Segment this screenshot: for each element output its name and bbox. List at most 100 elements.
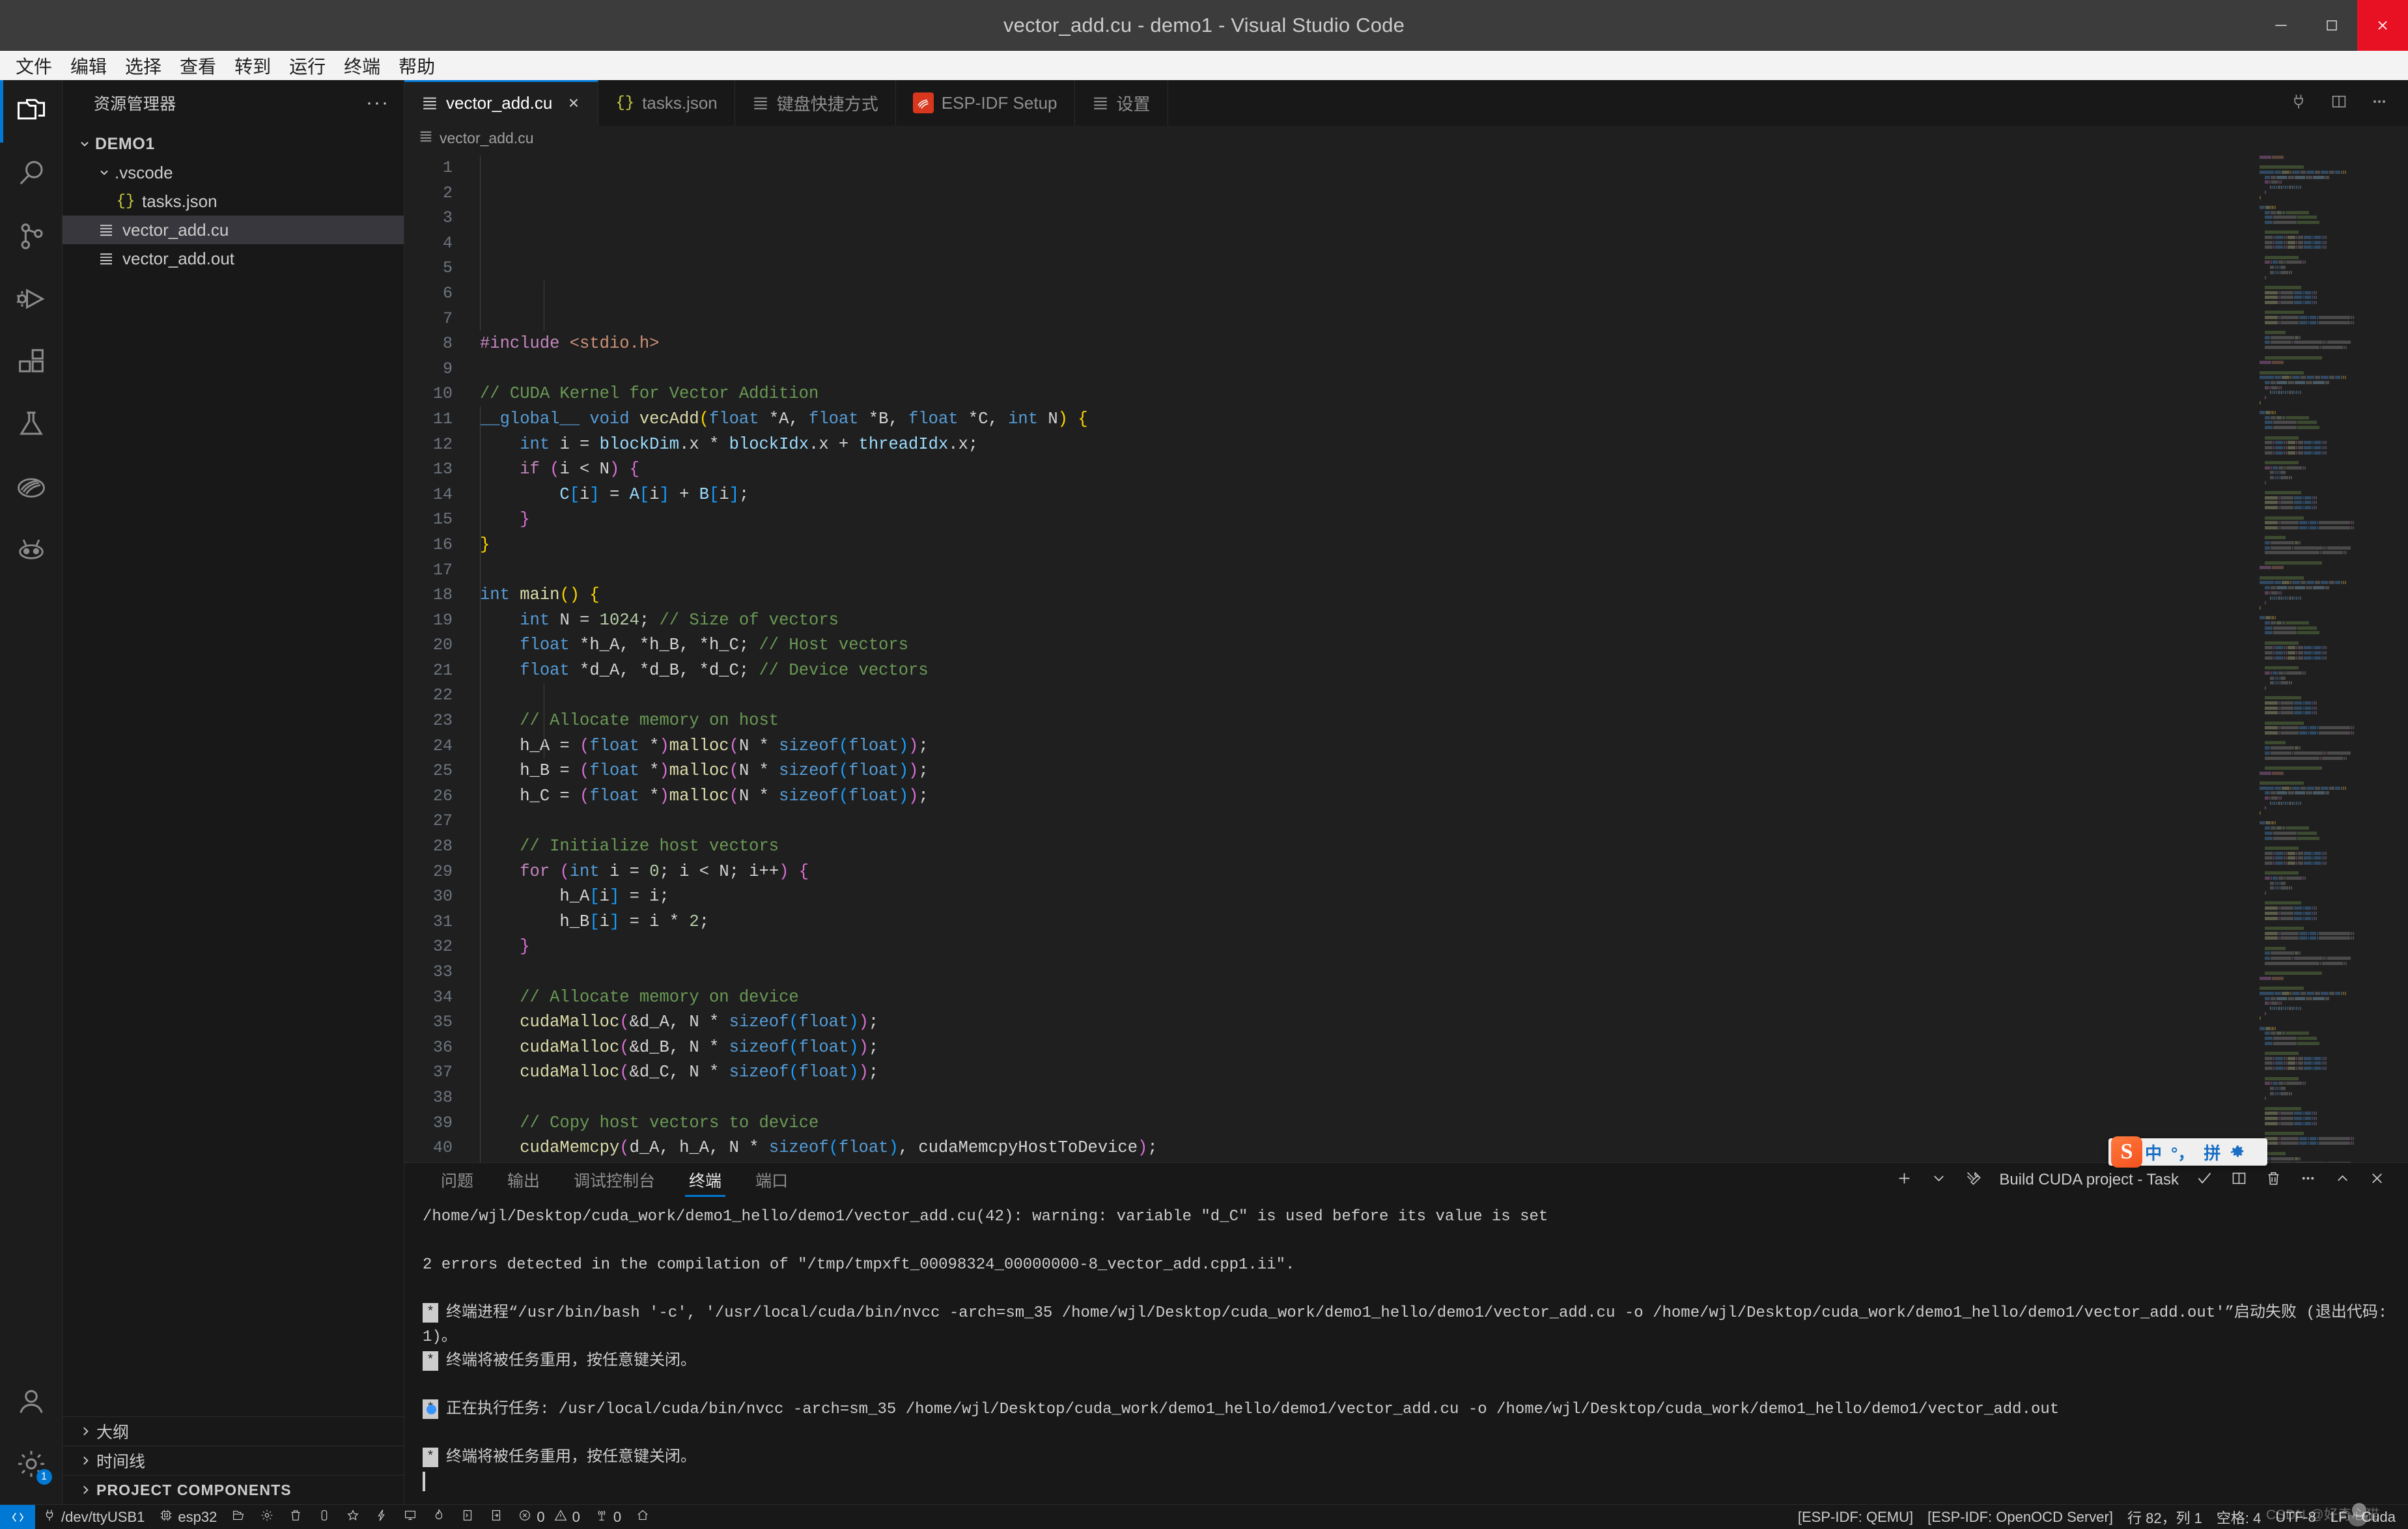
more-actions-icon[interactable]: [2370, 92, 2388, 114]
trash-icon[interactable]: [2265, 1170, 2282, 1190]
more-actions-icon[interactable]: [2299, 1170, 2317, 1190]
code-line[interactable]: float *d_A, *d_B, *d_C; // Device vector…: [480, 658, 2408, 684]
sidebar-more-icon[interactable]: ···: [366, 92, 389, 114]
sidebar-section-timeline[interactable]: 时间线: [63, 1446, 404, 1475]
tree-item-demo1[interactable]: DEMO1: [63, 130, 404, 158]
code-line[interactable]: // Allocate memory on device: [480, 985, 2408, 1011]
tab-keyboard-shortcuts[interactable]: 键盘快捷方式: [735, 80, 896, 126]
code-line[interactable]: // CUDA Kernel for Vector Addition: [480, 382, 2408, 407]
run-and-debug-icon[interactable]: [0, 268, 63, 330]
status-esp-openocd[interactable]: [ESP-IDF: OpenOCD Server]: [1920, 1505, 2120, 1529]
files-explorer-icon[interactable]: [0, 80, 63, 143]
status-folder-open[interactable]: [224, 1505, 253, 1529]
chevron-up-icon[interactable]: [2334, 1170, 2351, 1190]
menu-edit[interactable]: 编辑: [61, 51, 116, 81]
split-editor-icon[interactable]: [2330, 92, 2348, 114]
menu-view[interactable]: 查看: [171, 51, 225, 81]
code-line[interactable]: for (int i = 0; i < N; i++) {: [480, 860, 2408, 885]
ime-scheme-label[interactable]: 拼: [2204, 1140, 2220, 1164]
status-encoding[interactable]: UTF-8: [2268, 1505, 2323, 1529]
code-line[interactable]: cudaMalloc(&d_B, N * sizeof(float));: [480, 1035, 2408, 1061]
status-terminal[interactable]: [453, 1505, 482, 1529]
espressif-idf-icon[interactable]: [0, 455, 63, 518]
terminal-cursor-line[interactable]: [423, 1470, 2408, 1494]
status-flame[interactable]: [425, 1505, 453, 1529]
code-line[interactable]: #include <stdio.h>: [480, 331, 2408, 357]
sidebar-section-outline[interactable]: 大纲: [63, 1416, 404, 1446]
account-icon[interactable]: [0, 1370, 63, 1433]
code-line[interactable]: C[i] = A[i] + B[i];: [480, 483, 2408, 508]
status-warnings[interactable]: 0: [552, 1505, 587, 1529]
tab-tasks-json[interactable]: {} tasks.json: [598, 80, 735, 126]
source-control-icon[interactable]: [0, 205, 63, 268]
tree-item-tasks-json[interactable]: {} tasks.json: [63, 187, 404, 216]
code-editor[interactable]: 1 2 3 4 5 6 7 8 9 10 11 12 13 14 15 16 17 18 19 20 21 22 23 24 2…: [404, 150, 2408, 1162]
minimize-button[interactable]: [2256, 0, 2306, 51]
settings-gear-icon[interactable]: 1: [0, 1433, 63, 1495]
breadcrumb[interactable]: vector_add.cu: [404, 126, 2408, 150]
code-line[interactable]: int main() {: [480, 583, 2408, 608]
code-line[interactable]: [480, 683, 2408, 708]
gear-icon[interactable]: [2230, 1144, 2246, 1160]
status-bolt[interactable]: [367, 1505, 396, 1529]
code-line[interactable]: h_B = (float *)malloc(N * sizeof(float))…: [480, 759, 2408, 784]
status-gear[interactable]: [253, 1505, 281, 1529]
code-line[interactable]: h_A[i] = i;: [480, 884, 2408, 910]
menu-help[interactable]: 帮助: [389, 51, 444, 81]
status-cursor-position[interactable]: 行 82，列 1: [2120, 1505, 2209, 1529]
panel-tab-terminal[interactable]: 终端: [672, 1163, 738, 1197]
menu-go[interactable]: 转到: [225, 51, 280, 81]
code-content[interactable]: #include <stdio.h> // CUDA Kernel for Ve…: [462, 150, 2408, 1162]
code-line[interactable]: float *h_A, *h_B, *h_C; // Host vectors: [480, 633, 2408, 658]
code-line[interactable]: h_C = (float *)malloc(N * sizeof(float))…: [480, 784, 2408, 809]
code-line[interactable]: if (i < N) {: [480, 457, 2408, 483]
search-icon[interactable]: [0, 143, 63, 205]
code-line[interactable]: }: [480, 533, 2408, 558]
tree-item-vector-add-out[interactable]: vector_add.out: [63, 244, 404, 273]
extensions-icon[interactable]: [0, 330, 63, 393]
tab-vector-add-cu[interactable]: vector_add.cu: [404, 80, 599, 126]
status-radio-tower[interactable]: 0: [587, 1505, 628, 1529]
code-line[interactable]: cudaMalloc(&d_A, N * sizeof(float));: [480, 1010, 2408, 1035]
code-line[interactable]: }: [480, 934, 2408, 960]
status-debug[interactable]: [482, 1505, 511, 1529]
minimap[interactable]: [2260, 156, 2396, 1162]
close-button[interactable]: [2357, 0, 2408, 51]
status-star[interactable]: [339, 1505, 367, 1529]
ime-floating-bar[interactable]: S 中 °， 拼: [2108, 1136, 2267, 1168]
menu-selection[interactable]: 选择: [116, 51, 171, 81]
code-line[interactable]: [480, 809, 2408, 834]
ime-punctuation-label[interactable]: °，: [2171, 1140, 2194, 1164]
tab-settings[interactable]: 设置: [1074, 80, 1168, 126]
close-icon[interactable]: [567, 96, 581, 110]
code-line[interactable]: [480, 558, 2408, 583]
code-line[interactable]: [480, 1086, 2408, 1111]
code-line[interactable]: cudaMalloc(&d_C, N * sizeof(float));: [480, 1060, 2408, 1086]
menu-terminal[interactable]: 终端: [335, 51, 389, 81]
status-board[interactable]: esp32: [152, 1505, 224, 1529]
status-port[interactable]: /dev/ttyUSB1: [35, 1505, 152, 1529]
code-line[interactable]: __global__ void vecAdd(float *A, float *…: [480, 407, 2408, 432]
plug-icon[interactable]: [2289, 92, 2308, 114]
code-line[interactable]: int i = blockDim.x * blockIdx.x + thread…: [480, 432, 2408, 458]
tree-item-vector-add-cu[interactable]: vector_add.cu: [63, 216, 404, 244]
panel-tab-output[interactable]: 输出: [490, 1163, 557, 1197]
tab-esp-idf-setup[interactable]: ESP-IDF Setup: [895, 80, 1075, 126]
panel-tab-ports[interactable]: 端口: [738, 1163, 805, 1197]
new-terminal-icon[interactable]: [1896, 1170, 1913, 1190]
terminal-output[interactable]: /home/wjl/Desktop/cuda_work/demo1_hello/…: [404, 1197, 2408, 1504]
sidebar-section-project-components[interactable]: PROJECT COMPONENTS: [63, 1475, 404, 1504]
maximize-button[interactable]: [2306, 0, 2357, 51]
code-line[interactable]: [480, 357, 2408, 382]
code-line[interactable]: // Allocate memory on host: [480, 708, 2408, 734]
status-esp-qemu[interactable]: [ESP-IDF: QEMU]: [1791, 1505, 1920, 1529]
code-line[interactable]: [480, 960, 2408, 985]
status-errors[interactable]: 0: [511, 1505, 552, 1529]
testing-flask-icon[interactable]: [0, 393, 63, 455]
code-line[interactable]: int N = 1024; // Size of vectors: [480, 608, 2408, 634]
panel-tab-debug-console[interactable]: 调试控制台: [557, 1163, 672, 1197]
status-indentation[interactable]: 空格: 4: [2209, 1505, 2268, 1529]
status-trash[interactable]: [281, 1505, 310, 1529]
tree-item-vscode-folder[interactable]: .vscode: [63, 158, 404, 187]
platformio-ant-icon[interactable]: [0, 518, 63, 580]
